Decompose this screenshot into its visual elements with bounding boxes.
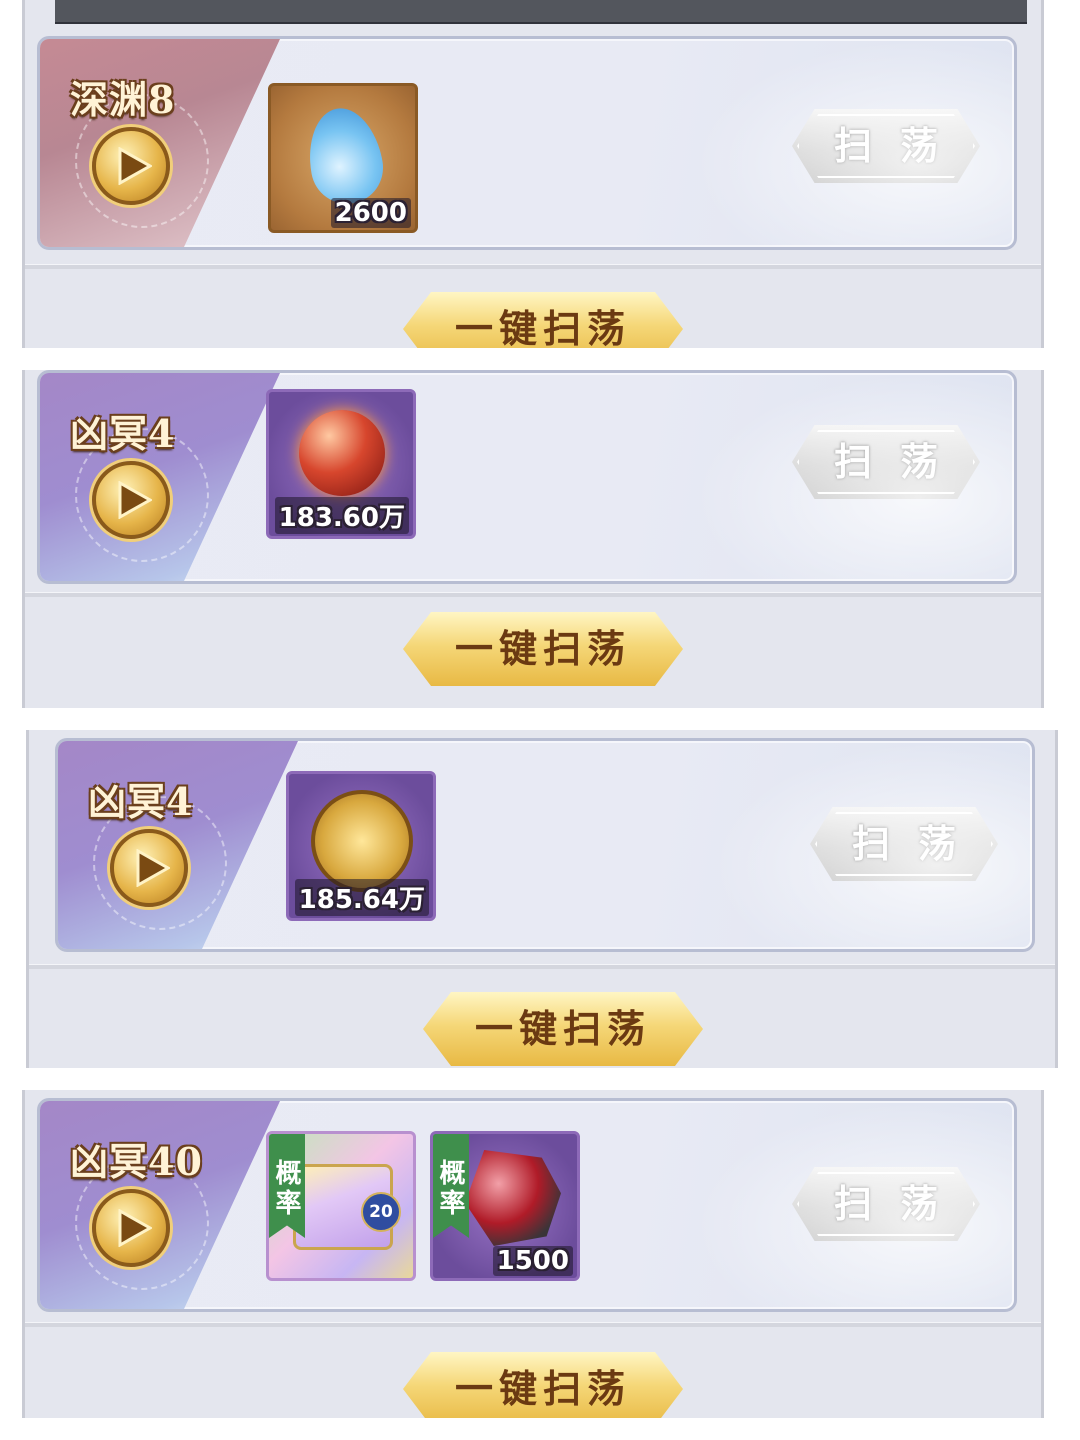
reward-item[interactable]: 概率 20 (266, 1131, 416, 1281)
item-quantity: 2600 (330, 198, 411, 228)
fire-orb-icon (299, 410, 385, 496)
item-quantity: 183.60万 (274, 497, 409, 534)
gold-coin-icon (311, 790, 413, 892)
stage-panel-1: 深渊8 2600 扫荡 一键扫荡 (22, 0, 1044, 348)
one-key-sweep-button[interactable]: 一键扫荡 (403, 292, 683, 348)
top-bar (55, 0, 1027, 24)
play-button[interactable] (92, 127, 170, 205)
divider (29, 964, 1055, 969)
probability-tag: 概率 (433, 1134, 469, 1238)
stage-card: 凶冥40 概率 20 概率 1500 扫荡 (37, 1098, 1017, 1312)
item-quantity: 1500 (492, 1246, 573, 1276)
stage-card: 凶冥4 183.60万 扫荡 (37, 370, 1017, 584)
reward-item[interactable]: 183.60万 (266, 389, 416, 539)
one-key-sweep-button[interactable]: 一键扫荡 (423, 992, 703, 1066)
play-button[interactable] (92, 1189, 170, 1267)
level-badge: 20 (361, 1192, 401, 1232)
stage-name: 凶冥4 (88, 779, 194, 824)
reward-item[interactable]: 2600 (268, 83, 418, 233)
stage-name: 凶冥4 (70, 411, 176, 456)
play-button[interactable] (92, 461, 170, 539)
divider (25, 1322, 1041, 1327)
probability-tag: 概率 (269, 1134, 305, 1238)
one-key-sweep-button[interactable]: 一键扫荡 (403, 1352, 683, 1418)
sweep-button[interactable]: 扫荡 (792, 425, 980, 499)
divider (25, 592, 1041, 597)
stage-panel-3: 凶冥4 185.64万 扫荡 一键扫荡 (26, 730, 1058, 1068)
stage-card: 深渊8 2600 扫荡 (37, 36, 1017, 250)
item-quantity: 185.64万 (294, 879, 429, 916)
stage-panel-4: 凶冥40 概率 20 概率 1500 扫荡 一键扫荡 (22, 1090, 1044, 1418)
divider (25, 264, 1041, 269)
reward-item[interactable]: 概率 1500 (430, 1131, 580, 1281)
reward-item[interactable]: 185.64万 (286, 771, 436, 921)
stage-card: 凶冥4 185.64万 扫荡 (55, 738, 1035, 952)
sweep-button[interactable]: 扫荡 (810, 807, 998, 881)
sweep-button[interactable]: 扫荡 (792, 109, 980, 183)
stage-name: 深渊8 (70, 77, 176, 122)
play-button[interactable] (110, 829, 188, 907)
one-key-sweep-button[interactable]: 一键扫荡 (403, 612, 683, 686)
stage-name: 凶冥40 (70, 1139, 203, 1184)
stage-panel-2: 凶冥4 183.60万 扫荡 一键扫荡 (22, 370, 1044, 708)
sweep-button[interactable]: 扫荡 (792, 1167, 980, 1241)
water-drop-icon (301, 102, 389, 210)
red-ore-icon (465, 1150, 561, 1246)
